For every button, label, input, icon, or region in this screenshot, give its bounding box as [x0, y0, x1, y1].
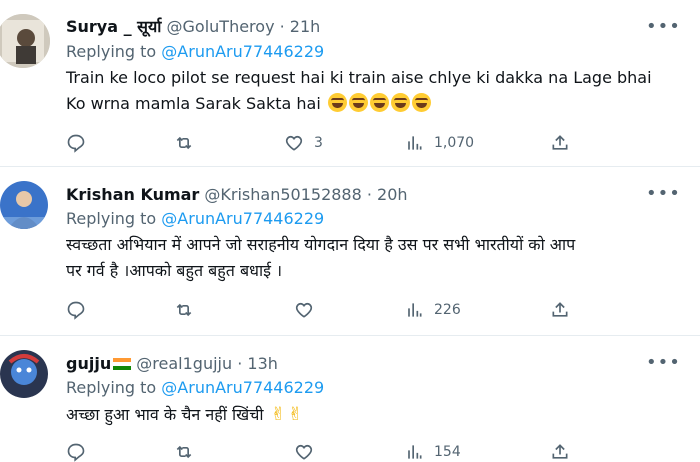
tweet-text-line: स्वच्छता अभियान में आपने जो सराहनीय योगद… [66, 235, 576, 254]
timestamp[interactable]: · 20h [367, 185, 408, 204]
views-bar-chart-icon [408, 445, 422, 459]
reply-icon [67, 301, 85, 320]
display-name[interactable]: gujju [66, 354, 111, 373]
tweet-2[interactable]: Krishan Kumar @Krishan50152888 · 20h •••… [0, 167, 700, 335]
views-count: 1,070 [434, 135, 475, 151]
tweet-3[interactable]: gujju @real1gujju · 13h ••• Replying to … [0, 336, 700, 462]
views-button[interactable]: 1,070 [404, 133, 474, 153]
like-button[interactable] [294, 442, 314, 462]
avatar[interactable] [0, 14, 50, 68]
views-button[interactable]: 226 [404, 300, 461, 320]
like-count: 3 [314, 135, 323, 151]
views-count: 154 [434, 444, 461, 460]
retweet-button[interactable] [174, 133, 194, 153]
victory-hand-icon: ✌ ✌ [270, 404, 303, 425]
tweet-text-line: Ko wrna mamla Sarak Sakta hai [66, 94, 321, 113]
views-button[interactable]: 154 [404, 442, 461, 462]
avatar[interactable] [0, 181, 48, 229]
retweet-icon [176, 303, 192, 317]
retweet-icon [176, 136, 192, 150]
replying-to: Replying to @ArunAru77446229 [66, 378, 325, 397]
avatar-photo-icon [0, 14, 50, 68]
tweet-1[interactable]: Surya _ सूर्या @GoluTheroy · 21h ••• Rep… [0, 0, 700, 166]
replying-to: Replying to @ArunAru77446229 [66, 42, 325, 61]
retweet-icon [176, 445, 192, 459]
display-name[interactable]: Krishan Kumar [66, 185, 199, 204]
tweet-text: Train ke loco pilot se request hai ki tr… [66, 65, 652, 117]
retweet-button[interactable] [174, 300, 194, 320]
views-bar-chart-icon [408, 303, 422, 317]
tweet-text-line: Train ke loco pilot se request hai ki tr… [66, 68, 652, 87]
heart-icon [295, 302, 313, 318]
mention-link[interactable]: @ArunAru77446229 [161, 42, 324, 61]
tweet-header: gujju @real1gujju · 13h [66, 354, 278, 374]
avatar-photo-icon [0, 181, 48, 229]
more-options-icon[interactable]: ••• [646, 354, 681, 372]
display-name[interactable]: Surya _ सूर्या [66, 17, 161, 36]
retweet-button[interactable] [174, 442, 194, 462]
reply-icon [67, 443, 85, 462]
tweet-header: Surya _ सूर्या @GoluTheroy · 21h [66, 17, 320, 37]
share-button[interactable] [550, 133, 570, 153]
mention-link[interactable]: @ArunAru77446229 [161, 378, 324, 397]
handle[interactable]: @real1gujju [136, 354, 232, 373]
like-button[interactable]: 3 [284, 133, 323, 153]
tweet-text: स्वच्छता अभियान में आपने जो सराहनीय योगद… [66, 232, 575, 284]
avatar[interactable] [0, 350, 48, 398]
replying-to: Replying to @ArunAru77446229 [66, 209, 325, 228]
more-options-icon[interactable]: ••• [646, 18, 681, 36]
laughing-emoji-icon [326, 93, 431, 113]
reply-button[interactable] [66, 133, 86, 153]
share-button[interactable] [550, 300, 570, 320]
share-icon [552, 444, 568, 459]
mention-link[interactable]: @ArunAru77446229 [161, 209, 324, 228]
heart-icon [295, 444, 313, 460]
avatar-photo-icon [0, 350, 48, 398]
timestamp[interactable]: · 13h [237, 354, 278, 373]
heart-icon [285, 135, 303, 151]
tweet-header: Krishan Kumar @Krishan50152888 · 20h [66, 185, 408, 205]
more-options-icon[interactable]: ••• [646, 185, 681, 203]
views-count: 226 [434, 302, 461, 318]
timestamp[interactable]: · 21h [280, 17, 321, 36]
reply-icon [67, 134, 85, 153]
reply-button[interactable] [66, 300, 86, 320]
share-button[interactable] [550, 442, 570, 462]
tweet-text: अच्छा हुआ भाव के चैन नहीं खिंची ✌ ✌ [66, 402, 303, 428]
tweet-text-line: पर गर्व है ।आपको बहुत बहुत बधाई । [66, 261, 283, 280]
share-icon [552, 302, 568, 317]
reply-button[interactable] [66, 442, 86, 462]
handle[interactable]: @Krishan50152888 [204, 185, 361, 204]
like-button[interactable] [294, 300, 314, 320]
views-bar-chart-icon [408, 136, 422, 150]
india-flag-icon [113, 358, 132, 370]
share-icon [552, 135, 568, 150]
tweet-text-line: अच्छा हुआ भाव के चैन नहीं खिंची [66, 405, 264, 424]
handle[interactable]: @GoluTheroy [167, 17, 275, 36]
